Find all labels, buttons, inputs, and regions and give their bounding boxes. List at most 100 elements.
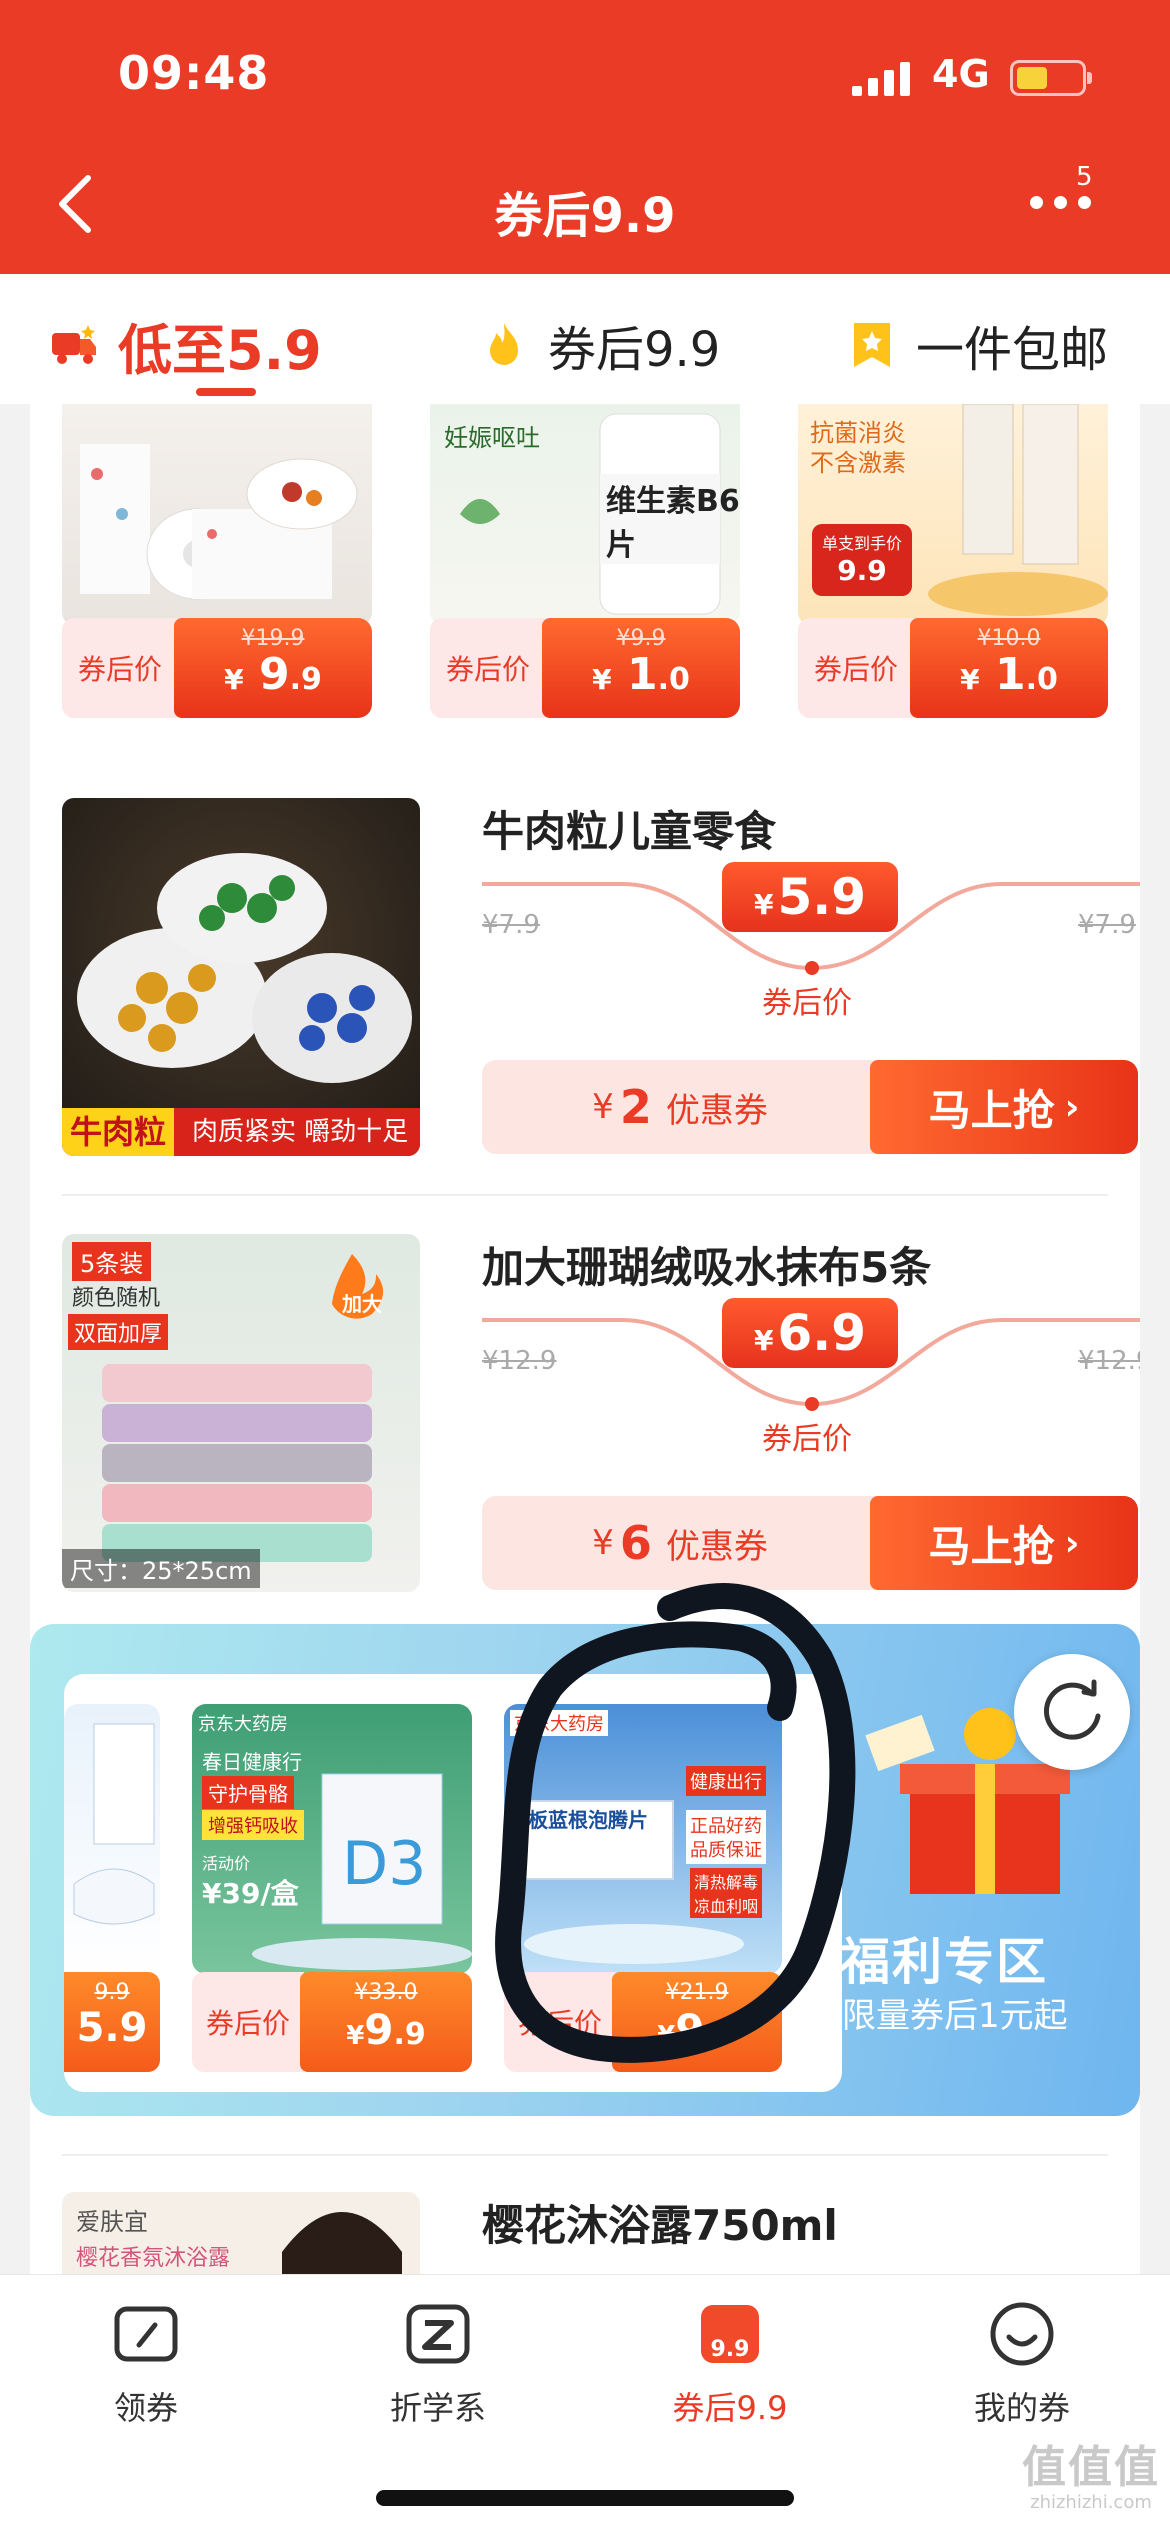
beef-jerky-image	[77, 853, 412, 1083]
bookmark-star-icon	[854, 323, 890, 367]
welfare-product-card[interactable]: 9.9 5.9	[64, 1704, 160, 2078]
more-badge: 5	[1076, 162, 1093, 192]
grab-button[interactable]: 马上抢 ›	[870, 1496, 1138, 1590]
image-tag: 颜色随机	[72, 1286, 161, 1311]
original-price: ¥9.9	[616, 626, 666, 651]
product-name: 加大珊瑚绒吸水抹布5条	[482, 1243, 932, 1292]
product-image: 抗菌消炎 不含激素 单支到手价 9.9	[798, 404, 1108, 626]
nav-icon-text: 9.9	[710, 2337, 750, 2362]
after-coupon-label: 券后价	[798, 618, 914, 718]
model-portrait-image	[282, 2212, 402, 2274]
price-box: 券后价 ¥33.0 ¥9.9	[192, 1972, 472, 2072]
mask-image	[73, 1723, 155, 1925]
product-image: 京东大药房 板蓝根泡腾片 健康出行 正品好药 品质保证 清热解毒 凉血利咽	[504, 1704, 782, 1974]
image-tag: 双面加厚	[68, 1314, 169, 1350]
product-card[interactable]: 爱肤宜 樱花香氛沐浴露 樱花沐浴露750ml	[62, 2192, 1108, 2274]
grab-button[interactable]: 马上抢 ›	[870, 1060, 1138, 1154]
original-price-right: ¥12.9	[1078, 1346, 1140, 1376]
price-box: 券后价 ¥19.9 ¥ 9.9	[62, 618, 372, 718]
nav-item-my-coupons[interactable]: 我的券	[932, 2299, 1112, 2429]
tab-coupon-9-9[interactable]: 券后9.9	[478, 310, 720, 380]
tab-free-shipping[interactable]: 一件包邮	[846, 310, 1108, 380]
after-coupon-label: 券后价	[762, 986, 852, 1021]
mini-product-card[interactable]: 抗菌消炎 不含激素 单支到手价 9.9 券后价 ¥10.0 ¥ 1.0	[798, 404, 1108, 720]
welfare-zone-banner[interactable]: 9.9 5.9 京东大药房 春日健康行 守护骨骼 增强钙吸收 活动价 ¥39/盒…	[30, 1624, 1140, 2116]
image-badge: 加大	[342, 1292, 382, 1316]
product-card[interactable]: 牛肉粒 肉质紧实 嚼劲十足 牛肉粒儿童零食 ¥7.9 ¥7.9 ¥5.9 券后价…	[62, 798, 1140, 1158]
refresh-button[interactable]	[1014, 1654, 1130, 1770]
z-logo-icon	[406, 2304, 470, 2364]
divider	[62, 2154, 1108, 2156]
tab-label: 低至5.9	[118, 318, 322, 382]
nav-item-coupon-9-9[interactable]: 9.9 券后9.9	[640, 2299, 820, 2429]
nav-item-coupons[interactable]: 领券	[56, 2299, 236, 2429]
after-coupon-label: 券后价	[762, 1422, 852, 1457]
welfare-title: 福利专区	[840, 1933, 1048, 1991]
signal-icon	[852, 62, 914, 96]
more-icon[interactable]	[1030, 196, 1092, 216]
image-tag: 牛肉粒	[62, 1108, 175, 1156]
vitamin-d3-box-image: D3	[252, 1773, 472, 1970]
welfare-product-card[interactable]: 京东大药房 板蓝根泡腾片 健康出行 正品好药 品质保证 清热解毒 凉血利咽 券后…	[504, 1704, 782, 2078]
size-label: 尺寸：25*25cm	[62, 1549, 260, 1588]
product-list: 券后价 ¥19.9 ¥ 9.9 妊娠呕吐 维生素B6片 券后价 ¥9.9 ¥ 1…	[30, 404, 1140, 2274]
original-price: ¥19.9	[241, 626, 305, 651]
hand-price-badge: 单支到手价 9.9	[812, 524, 912, 596]
flame-icon	[490, 323, 518, 365]
battery-icon	[1010, 60, 1092, 96]
home-indicator[interactable]	[376, 2490, 794, 2506]
price-box: 券后价 ¥10.0 ¥ 1.0	[798, 618, 1108, 718]
product-image: 爱肤宜 樱花香氛沐浴露	[62, 2192, 420, 2274]
product-name: 樱花沐浴露750ml	[482, 2201, 838, 2250]
price-tag: ¥10.0 ¥ 1.0	[910, 618, 1108, 718]
tab-label: 券后9.9	[548, 322, 721, 378]
refresh-icon	[1043, 1679, 1101, 1740]
price-tag: 9.9 5.9	[64, 1972, 160, 2072]
original-price: ¥10.0	[977, 626, 1041, 651]
current-price: ¥ 1.0	[592, 649, 690, 700]
welfare-products-panel: 9.9 5.9 京东大药房 春日健康行 守护骨骼 增强钙吸收 活动价 ¥39/盒…	[64, 1674, 842, 2092]
coupon-amount[interactable]: ¥2 优惠券	[482, 1060, 878, 1154]
price-box: 券后价 ¥21.9 ¥9.9	[504, 1972, 782, 2072]
tab-underline	[196, 388, 256, 396]
coupon-icon	[114, 2306, 178, 2362]
page-title: 券后9.9	[494, 188, 676, 244]
truck-icon	[52, 325, 96, 364]
product-image	[62, 404, 372, 626]
original-price-right: ¥7.9	[1078, 910, 1136, 940]
product-name: 牛肉粒儿童零食	[482, 807, 777, 856]
price-tag: ¥9.9 ¥ 1.0	[542, 618, 740, 718]
welfare-product-card[interactable]: 京东大药房 春日健康行 守护骨骼 增强钙吸收 活动价 ¥39/盒 D3 券后价	[192, 1704, 472, 2078]
original-price-left: ¥7.9	[482, 910, 540, 940]
status-time: 09:48	[118, 46, 270, 100]
divider	[62, 1194, 1108, 1196]
category-tabs: 低至5.9 券后9.9 一件包邮	[0, 274, 1170, 404]
product-image: 京东大药房 春日健康行 守护骨骼 增强钙吸收 活动价 ¥39/盒 D3	[192, 1704, 472, 1974]
mini-product-card[interactable]: 券后价 ¥19.9 ¥ 9.9	[62, 404, 372, 720]
current-price: ¥ 1.0	[960, 649, 1058, 700]
network-type: 4G	[932, 52, 990, 96]
image-slogan: 肉质紧实 嚼劲十足	[192, 1117, 409, 1147]
current-price: ¥ 9.9	[224, 649, 322, 700]
mini-product-card[interactable]: 妊娠呕吐 维生素B6片 券后价 ¥9.9 ¥ 1.0	[430, 404, 740, 720]
product-image: 妊娠呕吐 维生素B6片	[430, 404, 740, 626]
coupon-amount[interactable]: ¥6 优惠券	[482, 1496, 878, 1590]
image-tag: 5条装	[72, 1242, 152, 1281]
nav-item-zhexuexi[interactable]: 折学系	[348, 2299, 528, 2429]
paper-towel-image	[80, 444, 358, 600]
welfare-subtitle: 限量券后1元起	[842, 1996, 1068, 2036]
image-label: 维生素B6片	[606, 484, 740, 563]
original-price-left: ¥12.9	[482, 1346, 557, 1376]
svg-text:D3: D3	[342, 1829, 426, 1899]
product-image: 5条装 颜色随机 双面加厚 加大 尺寸：25*25cm	[62, 1234, 420, 1592]
after-coupon-label: 券后价	[62, 618, 178, 718]
after-coupon-label: 券后价	[430, 618, 546, 718]
price-box: 券后价 ¥9.9 ¥ 1.0	[430, 618, 740, 718]
tab-low-5-9[interactable]: 低至5.9	[48, 310, 322, 382]
product-card[interactable]: 5条装 颜色随机 双面加厚 加大 尺寸：25*25cm 加大珊瑚绒吸水抹布5条 …	[62, 1234, 1140, 1594]
coupon-price: ¥6.9	[722, 1298, 898, 1368]
smile-icon	[990, 2302, 1054, 2366]
header: 09:48 4G 券后9.9 5	[0, 0, 1170, 274]
product-image	[64, 1704, 160, 1974]
coupon-price: ¥5.9	[722, 862, 898, 932]
